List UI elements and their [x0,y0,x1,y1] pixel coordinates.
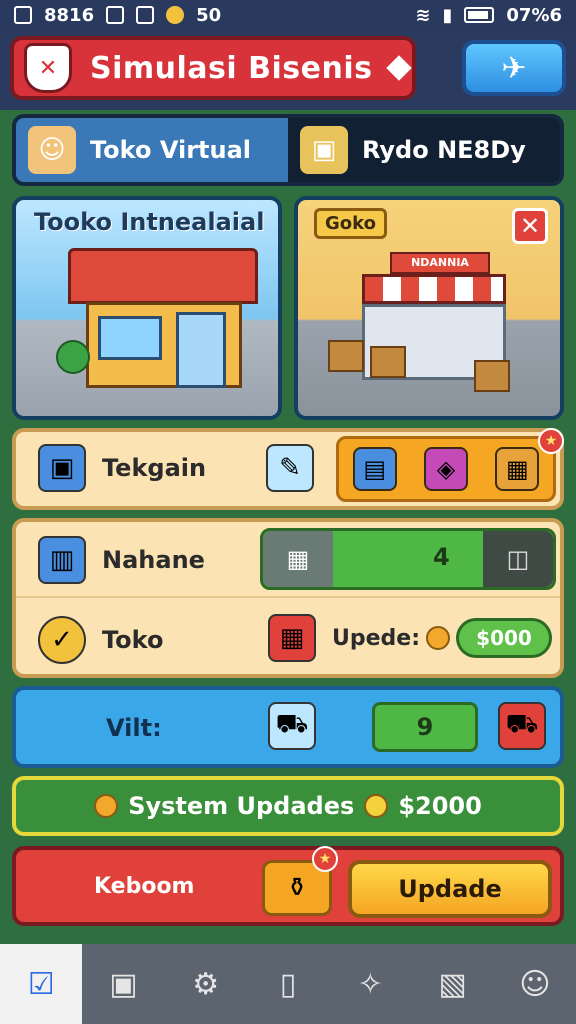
shop-cards: Tooko Intnealaial Goko ✕ NDANNIA [12,196,564,420]
status-bar: 8816 50 ≋ ▮ 07%6 [0,0,576,30]
nav-gear[interactable]: ⚙ [165,944,247,1024]
puzzle-icon: ✧ [357,966,383,1002]
vilt-panel: Vilt: ⛟ 9 ⛟ [12,686,564,768]
shop-card-internal[interactable]: Tooko Intnealaial [12,196,282,420]
tekgain-label: Tekgain [102,454,207,482]
check-icon: ☑ [27,966,55,1002]
cart-icon: ⛟ [268,702,316,750]
nav-puzzle[interactable]: ✧ [329,944,411,1024]
crate-icon [328,340,364,372]
shield-icon: ✕ [24,43,72,93]
plant-icon [56,340,90,374]
nav-briefcase[interactable]: ▣ [82,944,164,1024]
battery-icon: ▯ [279,966,297,1002]
nahane-value: 4 [433,543,450,571]
nav-check[interactable]: ☑ [0,944,83,1024]
system-text: System Updades [128,792,355,820]
battery-icon [464,7,495,23]
item-strip: ▤ ◈ ▦ [336,436,556,502]
bottom-nav: ☑ ▣ ⚙ ▯ ✧ ▧ ☺ [0,944,576,1024]
notification-badge: ★ [312,846,338,872]
diamond-icon [386,55,413,81]
status-left-text: 8816 [44,4,95,26]
tekgain-panel: ▣ Tekgain ✎ ▤ ◈ ▦ ★ [12,428,564,510]
notification-badge: ★ [538,428,564,454]
tab-label: Toko Virtual [90,136,252,164]
cash-register-icon: ▦ [263,531,333,587]
cash-icon [426,626,450,650]
trash-bin-icon: ▥ [38,536,86,584]
crate-icon [370,346,406,378]
map-icon: ▧ [438,966,467,1002]
cube-icon: ◫ [483,531,553,587]
box-icon: ▣ [300,126,348,174]
store-icon: ▦ [268,614,316,662]
nav-battery[interactable]: ▯ [247,944,329,1024]
gear-icon: ⚙ [192,966,220,1002]
syringe-icon[interactable]: ✎ [266,444,314,492]
stats-panel: ▥ Nahane ▦ 4 ◫ ✓ Toko ▦ Upede: $000 [12,518,564,678]
signal-icon: ▮ [442,4,453,26]
system-amount: $2000 [398,792,482,820]
vilt-label: Vilt: [106,714,162,742]
nav-profile[interactable]: ☺ [494,944,576,1024]
coin-icon [94,794,119,818]
nahane-progress[interactable]: ▦ 4 ◫ [260,528,556,590]
gadget-icon[interactable]: ▤ [352,447,397,491]
image-icon [136,6,155,24]
system-updates-bar[interactable]: System Updades $2000 [12,776,564,836]
shop-card-stand[interactable]: Goko ✕ NDANNIA [294,196,564,420]
map-button[interactable]: ✈ [462,40,566,96]
status-signal-text: 50 [196,4,222,26]
keboom-label: Keboom [94,874,195,899]
shopkeeper-icon: ☺ [28,126,76,174]
money-pill[interactable]: $000 [456,618,552,658]
screenshot-icon [14,6,32,24]
stand-awning [362,274,506,304]
keboom-panel: Keboom ⚱ ★ Updade [12,846,564,926]
update-button[interactable]: Updade [348,860,552,918]
tab-label: Rydo NE8Dy [362,136,526,164]
notification-icon [106,6,125,24]
coin-icon [166,6,185,24]
shop-door [176,312,226,388]
briefcase-icon: ▣ [109,966,138,1002]
card-badge: Goko [314,208,387,239]
header: ✕ Simulasi Bisenis ✈ [0,30,576,110]
shop-roof [68,248,258,304]
stand-sign: NDANNIA [390,252,490,274]
basket-icon[interactable]: ◈ [423,447,468,491]
vilt-value[interactable]: 9 [372,702,478,752]
nahane-label: Nahane [102,546,205,574]
card-title: Tooko Intnealaial [34,208,265,236]
title-bar: ✕ Simulasi Bisenis [10,36,416,100]
divider [16,596,560,598]
tabs-row: ☺ Toko Virtual ▣ Rydo NE8Dy [12,114,564,186]
page-title: Simulasi Bisenis [90,50,373,86]
map-icon: ✈ [501,50,527,86]
shop-window [98,316,162,360]
update-label: Upede: [332,626,420,651]
nav-map[interactable]: ▧ [411,944,493,1024]
tab-rydo[interactable]: ▣ Rydo NE8Dy [288,118,560,182]
close-icon[interactable]: ✕ [512,208,548,244]
tab-toko-virtual[interactable]: ☺ Toko Virtual [16,118,288,182]
coin-stack-icon [364,794,389,818]
crate-coin-icon[interactable]: ▦ [495,447,540,491]
toko-label: Toko [102,626,164,654]
shopping-cart-icon[interactable]: ⛟ [498,702,546,750]
profile-icon: ☺ [519,966,551,1002]
wifi-icon: ≋ [415,4,431,26]
status-right-text: 07%6 [506,4,562,26]
box-icon: ▣ [38,444,86,492]
coin-icon: ✓ [38,616,86,664]
crate-icon [474,360,510,392]
